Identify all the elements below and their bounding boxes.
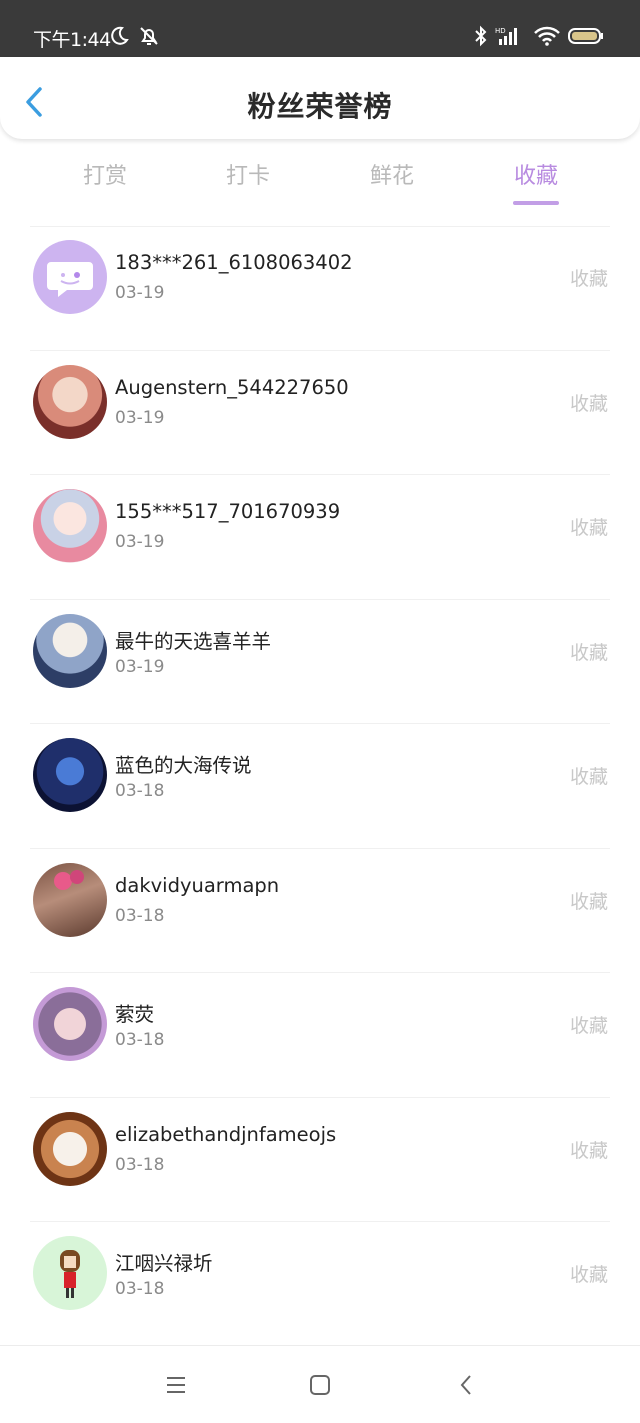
fan-date: 03-18 <box>115 1154 165 1175</box>
moon-icon <box>107 24 131 48</box>
fan-action-label: 收藏 <box>569 268 608 290</box>
anime-boy-avatar <box>33 613 107 688</box>
avatar <box>33 240 107 314</box>
menu-icon <box>167 1377 185 1393</box>
menu-button[interactable] <box>161 1370 191 1400</box>
divider <box>30 226 610 227</box>
fan-list: 183***261_6108063402 03-19 收藏 Augenstern… <box>0 226 640 1347</box>
tab-checkin[interactable]: 打卡 <box>203 158 293 190</box>
fan-date: 03-18 <box>115 1279 165 1299</box>
hd-signal-icon: HD <box>495 24 523 48</box>
fan-name: 江咽兴禄圻 <box>115 1252 213 1275</box>
fan-date: 03-19 <box>115 656 165 677</box>
status-time: 下午1:44 <box>33 29 111 51</box>
girl-photo-avatar <box>33 987 107 1061</box>
list-item[interactable]: dakvidyuarmapn 03-18 收藏 <box>0 849 640 973</box>
tab-bar: 打赏 打卡 鲜花 收藏 <box>0 150 640 210</box>
fan-name: 蓝色的大海传说 <box>115 754 252 777</box>
home-square-icon <box>310 1375 330 1395</box>
list-item[interactable]: 183***261_6108063402 03-19 收藏 <box>0 226 640 351</box>
home-button[interactable] <box>305 1370 335 1400</box>
fan-name: 最牛的天选喜羊羊 <box>115 629 272 653</box>
fan-name: 155***517_701670939 <box>115 500 341 523</box>
anime-girl-avatar <box>33 364 107 439</box>
dark-character-avatar <box>33 738 107 812</box>
fan-name: 萦荧 <box>115 1003 155 1026</box>
bell-off-icon <box>137 24 161 48</box>
list-item[interactable]: 最牛的天选喜羊羊 03-19 收藏 <box>0 600 640 724</box>
anime-girl-kimono-avatar <box>33 489 107 563</box>
bluetooth-icon <box>472 24 490 48</box>
list-item[interactable]: 萦荧 03-18 收藏 <box>0 973 640 1098</box>
fan-name: dakvidyuarmapn <box>115 873 280 897</box>
svg-text:HD: HD <box>495 27 506 35</box>
fan-date: 03-19 <box>115 283 165 303</box>
list-item[interactable]: Augenstern_544227650 03-19 收藏 <box>0 351 640 475</box>
active-tab-indicator <box>513 201 559 205</box>
fan-action-label: 收藏 <box>569 1264 608 1286</box>
list-item[interactable]: elizabethandjnfameojs 03-18 收藏 <box>0 1098 640 1222</box>
fan-date: 03-18 <box>115 1030 165 1050</box>
pixel-girl-icon <box>60 1250 80 1298</box>
fan-action-label: 收藏 <box>569 517 608 539</box>
status-bar: 下午1:44 HD <box>0 0 640 57</box>
wifi-icon <box>532 24 562 48</box>
list-item[interactable]: 江咽兴禄圻 03-18 收藏 <box>0 1222 640 1347</box>
fan-date: 03-19 <box>115 532 165 552</box>
system-back-button[interactable] <box>451 1370 481 1400</box>
list-item[interactable]: 蓝色的大海传说 03-18 收藏 <box>0 724 640 849</box>
fan-date: 03-19 <box>115 407 165 428</box>
page-header: 粉丝荣誉榜 <box>0 57 640 139</box>
tab-favorites[interactable]: 收藏 <box>491 158 581 190</box>
fan-action-label: 收藏 <box>569 1139 608 1162</box>
balloons-photo-avatar <box>33 862 107 937</box>
fan-action-label: 收藏 <box>569 1015 608 1037</box>
battery-icon <box>567 24 605 48</box>
list-item[interactable]: 155***517_701670939 03-19 收藏 <box>0 475 640 600</box>
fan-action-label: 收藏 <box>569 392 608 415</box>
latte-art-avatar <box>33 1111 107 1186</box>
pixel-girl-avatar <box>33 1236 107 1310</box>
tab-flowers[interactable]: 鲜花 <box>347 158 437 190</box>
fan-name: elizabethandjnfameojs <box>115 1122 337 1146</box>
default-chat-avatar-icon <box>47 262 93 297</box>
fan-name: Augenstern_544227650 <box>115 375 349 399</box>
fan-action-label: 收藏 <box>569 641 608 664</box>
page-title: 粉丝荣誉榜 <box>247 90 393 123</box>
balloon-icon <box>54 869 84 890</box>
fan-date: 03-18 <box>115 781 165 801</box>
back-triangle-icon <box>460 1375 471 1395</box>
fan-action-label: 收藏 <box>569 766 608 788</box>
fan-action-label: 收藏 <box>569 890 608 913</box>
tab-reward[interactable]: 打赏 <box>60 158 150 190</box>
fan-name: 183***261_6108063402 <box>115 251 353 274</box>
system-nav-bar <box>0 1345 640 1423</box>
fan-date: 03-18 <box>115 905 165 926</box>
